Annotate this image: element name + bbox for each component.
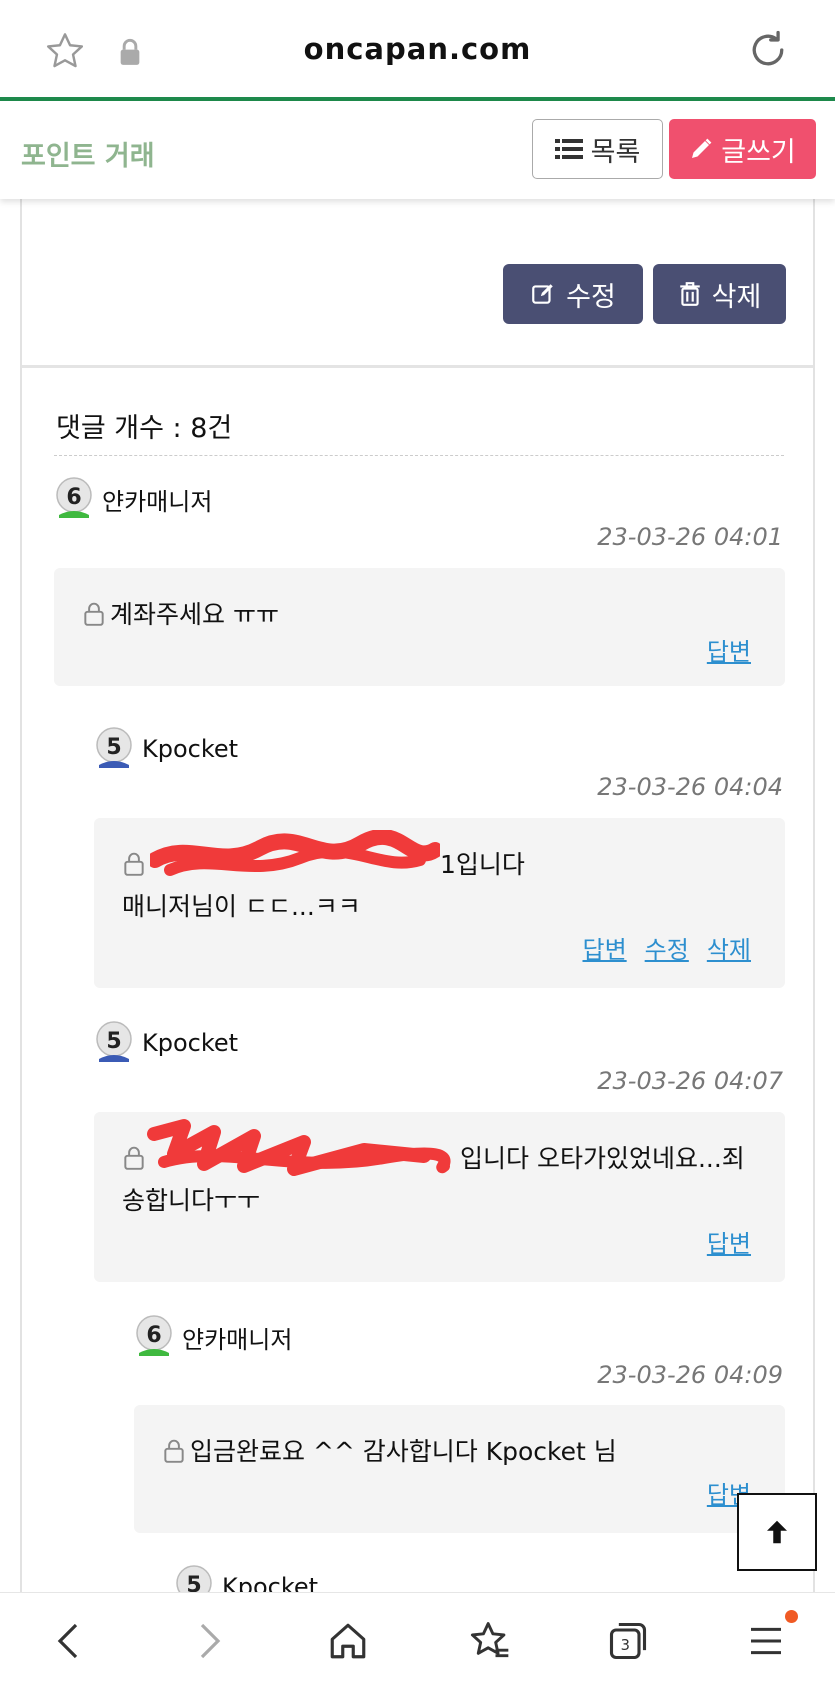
tabs-icon: 3	[609, 1622, 647, 1660]
comment-text: 계좌주세요 ㅠㅠ	[110, 600, 279, 629]
edit-post-button[interactable]: 수정	[503, 264, 643, 324]
board-title[interactable]: 포인트 거래	[21, 134, 155, 173]
comment-date: 23-03-26 04:04	[597, 773, 783, 801]
edit-icon	[532, 284, 553, 304]
trash-icon	[679, 282, 700, 306]
comment-text-line: 매니저님이 ㄷㄷ...ㅋㅋ	[122, 892, 361, 921]
home-icon	[330, 1623, 366, 1659]
comment-header: 6 얀카매니저	[134, 1315, 292, 1359]
comment-header: 5 Kpocket	[94, 727, 238, 771]
reply-link[interactable]: 답변	[707, 1224, 751, 1259]
lock-icon	[124, 852, 144, 876]
svg-text:5: 5	[106, 1029, 121, 1054]
menu-icon	[751, 1627, 781, 1655]
post-card: 수정 삭제 댓글 개수 : 8건 6 얀카매니저 23-03-26 04:01 …	[20, 199, 815, 1601]
lock-icon	[164, 1439, 184, 1463]
home-button[interactable]	[320, 1613, 376, 1669]
address-bar-url[interactable]: oncapan.com	[0, 32, 835, 66]
comment-author[interactable]: Kpocket	[142, 735, 238, 763]
menu-button[interactable]	[738, 1613, 794, 1669]
svg-text:6: 6	[146, 1323, 161, 1348]
delete-post-button[interactable]: 삭제	[653, 264, 786, 324]
divider	[54, 455, 784, 456]
comment-date: 23-03-26 04:01	[597, 523, 783, 551]
post-actions: 수정 삭제	[22, 199, 813, 368]
list-button-label: 목록	[590, 136, 641, 168]
reload-icon[interactable]	[746, 28, 790, 72]
comment-author[interactable]: 얀카매니저	[102, 482, 212, 517]
comment-count: 댓글 개수 : 8건	[56, 413, 233, 444]
comment-date: 23-03-26 04:09	[597, 1361, 783, 1389]
svg-text:3: 3	[621, 1637, 630, 1654]
level-badge: 6	[56, 477, 92, 518]
delete-comment-link[interactable]: 삭제	[707, 930, 751, 965]
lock-icon	[84, 602, 104, 626]
comment-header: 6 얀카매니저	[54, 477, 212, 521]
list-icon	[554, 139, 583, 159]
comment-body: 1입니다 매니저님이 ㄷㄷ...ㅋㅋ 답변 수정 삭제	[94, 818, 785, 988]
arrow-up-icon	[767, 1520, 787, 1544]
comment-body: 계좌주세요 ㅠㅠ 답변	[54, 568, 785, 686]
browser-bottom-nav: 3	[0, 1592, 835, 1688]
svg-text:5: 5	[106, 735, 121, 760]
comment-text-line: 입니다 오타가있었네요...죄	[460, 1144, 745, 1173]
bookmarks-button[interactable]	[462, 1613, 518, 1669]
back-button[interactable]	[40, 1613, 96, 1669]
comment-header: 5 Kpocket	[94, 1021, 238, 1065]
comment-date: 23-03-26 04:07	[597, 1067, 783, 1095]
reply-link[interactable]: 답변	[707, 632, 751, 667]
write-button-label: 글쓰기	[721, 136, 796, 168]
redaction-mark	[147, 1119, 451, 1176]
tabs-button[interactable]: 3	[600, 1613, 656, 1669]
write-button[interactable]: 글쓰기	[669, 119, 816, 179]
reply-link[interactable]: 답변	[582, 930, 626, 965]
board-header: 포인트 거래 목록 글쓰기	[0, 101, 835, 199]
scroll-top-button[interactable]	[737, 1493, 817, 1571]
edit-comment-link[interactable]: 수정	[645, 930, 689, 965]
bookmarks-icon	[470, 1622, 509, 1658]
pencil-icon	[692, 138, 712, 158]
back-icon	[57, 1623, 78, 1659]
comment-author[interactable]: 얀카매니저	[182, 1320, 292, 1355]
notification-dot	[785, 1610, 798, 1623]
comment-text: 입금완료요 ^^ 감사합니다 Kpocket 님	[190, 1437, 617, 1466]
level-badge: 6	[136, 1315, 172, 1356]
comment-body: 입금완료요 ^^ 감사합니다 Kpocket 님 답변	[134, 1405, 785, 1533]
delete-post-label: 삭제	[711, 281, 762, 313]
comment-body: 입니다 오타가있었네요...죄 송합니다ㅜㅜ 답변	[94, 1112, 785, 1282]
redaction-mark	[150, 830, 440, 876]
forward-icon	[200, 1623, 221, 1659]
lock-icon	[124, 1146, 144, 1170]
browser-top-bar: oncapan.com	[0, 0, 835, 101]
list-button[interactable]: 목록	[532, 119, 663, 179]
level-badge: 5	[96, 727, 132, 768]
comment-text-line: 1입니다	[440, 850, 525, 879]
svg-text:6: 6	[66, 485, 81, 510]
forward-button[interactable]	[182, 1613, 238, 1669]
level-badge: 5	[96, 1021, 132, 1062]
comment-author[interactable]: Kpocket	[142, 1029, 238, 1057]
edit-post-label: 수정	[566, 281, 616, 313]
